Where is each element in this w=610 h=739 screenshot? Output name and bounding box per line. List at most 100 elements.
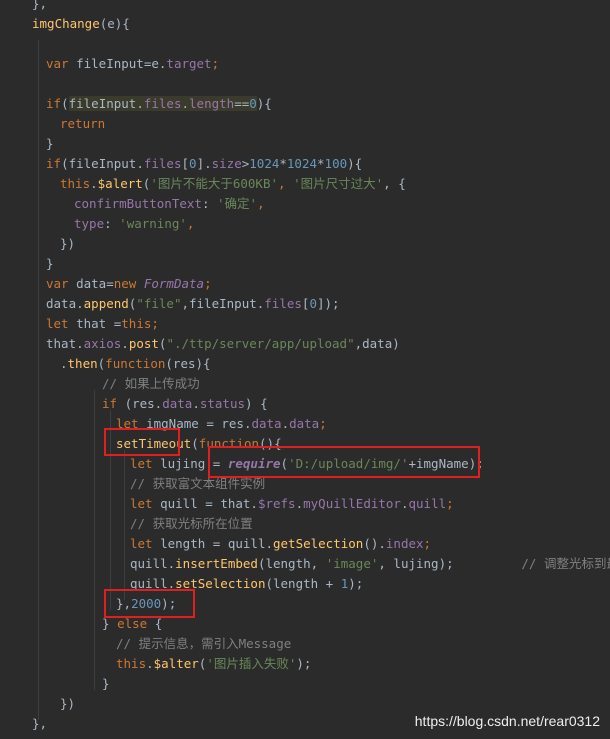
code-token: ); xyxy=(296,656,312,671)
code-token: , xyxy=(257,196,265,211)
code-token: length xyxy=(189,96,235,111)
code-token: new xyxy=(113,276,144,291)
code-token: getSelection xyxy=(273,536,364,551)
code-line: } xyxy=(46,254,54,274)
code-token: { xyxy=(154,616,163,631)
indent-guide xyxy=(94,390,95,690)
code-line: var fileInput=e.target; xyxy=(46,54,219,74)
code-token: files xyxy=(264,296,302,311)
code-token: (res. xyxy=(124,396,163,411)
code-token: // 调整光标到最后 xyxy=(521,556,610,571)
code-token: fileInput=e. xyxy=(68,56,167,71)
code-token: . xyxy=(60,356,68,371)
code-token: // 提示信息，需引入Message xyxy=(116,636,292,651)
code-token: } xyxy=(102,616,118,631)
code-token: 1024 xyxy=(286,156,318,171)
code-line: if(fileInput.files[0].size>1024*1024*100… xyxy=(46,154,362,174)
code-token: 'warning' xyxy=(119,216,187,231)
code-line: confirmButtonText: '确定', xyxy=(74,194,265,214)
code-line: quill.insertEmbed(length, 'image', lujin… xyxy=(130,554,610,574)
code-token: : xyxy=(104,216,120,231)
code-token: ( xyxy=(61,96,69,111)
code-token: "file" xyxy=(136,296,182,311)
code-token: (). xyxy=(363,536,386,551)
code-token: ; xyxy=(204,276,212,291)
code-token: ( xyxy=(191,436,199,451)
code-token: : xyxy=(201,196,217,211)
code-token: } xyxy=(46,136,54,151)
code-line: .then(function(res){ xyxy=(60,354,211,374)
watermark-text: https://blog.csdn.net/rear0312 xyxy=(414,713,600,729)
code-token: (length + xyxy=(265,576,341,591)
code-token: length = quill. xyxy=(160,536,273,551)
code-token: this xyxy=(60,176,91,191)
code-token: * xyxy=(317,156,325,171)
code-token: data xyxy=(289,416,320,431)
code-token: target xyxy=(166,56,212,71)
code-token: 100 xyxy=(324,156,348,171)
code-token: else xyxy=(117,616,155,631)
code-token: var xyxy=(46,56,69,71)
code-token: // 获取富文本组件实例 xyxy=(130,476,266,491)
code-line: this.$alter('图片插入失败'); xyxy=(116,654,311,674)
code-token: 'image' xyxy=(325,556,379,571)
code-token: . xyxy=(90,176,98,191)
code-token: '图片插入失败' xyxy=(206,656,297,671)
code-token: 0 xyxy=(249,96,257,111)
code-token: quill = that. xyxy=(160,496,258,511)
code-token: if xyxy=(46,96,62,111)
code-token: size xyxy=(211,156,242,171)
code-token: $refs xyxy=(257,496,296,511)
code-token: ]. xyxy=(196,156,212,171)
code-line: return xyxy=(60,114,105,134)
code-line: let length = quill.getSelection().index; xyxy=(130,534,431,554)
code-line: data.append("file",fileInput.files[0]); xyxy=(46,294,340,314)
code-token: let xyxy=(46,316,77,331)
code-token: that = xyxy=(76,316,122,331)
code-token: ]); xyxy=(316,296,340,311)
code-editor[interactable]: }, imgChange(e){var fileInput=e.target; if… xyxy=(0,0,610,739)
code-line: this.$alert('图片不能大于600KB', '图片尺寸过大', { xyxy=(60,174,406,194)
code-token: let xyxy=(130,456,161,471)
code-token: ){ xyxy=(347,156,363,171)
code-token: ){ xyxy=(256,96,272,111)
code-line: } xyxy=(46,134,54,154)
annotation-box-settimeout xyxy=(104,428,180,456)
code-line: // 如果上传成功 xyxy=(102,374,200,394)
code-line: // 提示信息，需引入Message xyxy=(116,634,291,654)
code-line: }) xyxy=(60,234,75,254)
code-token: ; xyxy=(446,496,454,511)
code-token: "./ttp/server/app/upload" xyxy=(166,336,355,351)
code-token: fileInput. xyxy=(68,96,144,111)
code-token: , lujing); xyxy=(378,556,522,571)
code-token: . xyxy=(400,496,409,511)
code-token: data xyxy=(251,416,282,431)
code-line: }) xyxy=(60,694,75,714)
code-token: . xyxy=(192,396,200,411)
code-token: , xyxy=(186,216,195,231)
code-line: if (res.data.status) { xyxy=(102,394,268,414)
code-line: }, xyxy=(32,0,47,14)
code-token: var xyxy=(46,276,69,291)
annotation-box-timeout-end xyxy=(104,589,195,618)
code-token: this xyxy=(121,316,152,331)
code-token: 0 xyxy=(309,296,317,311)
code-token: ; xyxy=(319,416,327,431)
code-token: if xyxy=(46,156,62,171)
code-token: (fileInput. xyxy=(61,156,144,171)
code-token: FormData xyxy=(143,276,205,291)
code-token: }, xyxy=(32,716,48,731)
code-token: }) xyxy=(60,236,76,251)
code-token: }) xyxy=(60,696,76,711)
code-token: function xyxy=(105,356,166,371)
code-token: insertEmbed xyxy=(175,556,258,571)
code-token: data xyxy=(162,396,193,411)
code-token: (res){ xyxy=(165,356,211,371)
code-token: // 获取光标所在位置 xyxy=(130,516,253,531)
code-token: . xyxy=(295,496,304,511)
code-line: let that =this; xyxy=(46,314,159,334)
code-token: axios xyxy=(83,336,122,351)
code-token: ; xyxy=(423,536,432,551)
code-token: ,fileInput. xyxy=(181,296,265,311)
code-token: '图片尺寸过大' xyxy=(293,176,384,191)
